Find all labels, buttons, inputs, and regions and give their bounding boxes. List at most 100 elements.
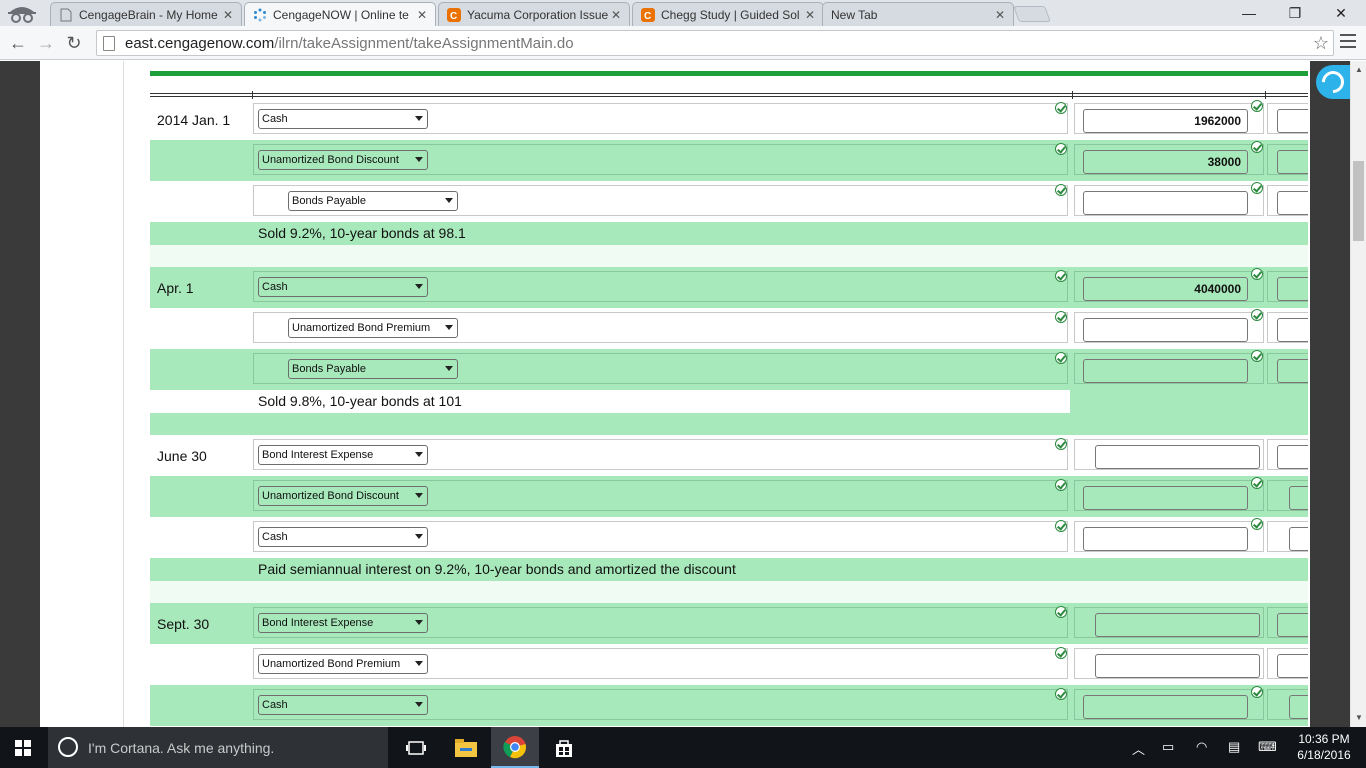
correct-check-icon	[1251, 100, 1263, 112]
credit-input[interactable]	[1277, 191, 1308, 215]
correct-check-icon	[1251, 141, 1263, 153]
credit-input[interactable]	[1277, 109, 1308, 133]
account-select[interactable]: Unamortized Bond Premium	[288, 318, 458, 338]
entry-description: Sold 9.2%, 10-year bonds at 98.1	[258, 225, 466, 241]
scrollbar-thumb[interactable]	[1353, 161, 1364, 241]
debit-input[interactable]	[1083, 486, 1248, 510]
svg-text:C: C	[450, 11, 457, 22]
account-select[interactable]: Cash	[258, 277, 428, 297]
debit-input[interactable]	[1083, 527, 1248, 551]
correct-check-icon	[1251, 477, 1263, 489]
forward-icon[interactable]: →	[34, 32, 58, 54]
tab-chegg-study[interactable]: C Chegg Study | Guided Sol ✕	[632, 2, 824, 26]
column-divider	[1072, 91, 1073, 99]
address-path: /ilrn/takeAssignment/takeAssignmentMain.…	[274, 34, 574, 52]
chevron-down-icon	[445, 366, 453, 371]
account-cell: Bonds Payable	[253, 184, 1068, 216]
debit-input[interactable]	[1083, 359, 1248, 383]
account-select-value: Bonds Payable	[292, 195, 366, 207]
loading-spinner-icon	[253, 8, 267, 22]
file-explorer-icon[interactable]	[442, 727, 490, 768]
tab-close-icon[interactable]: ✕	[415, 8, 429, 22]
debit-input[interactable]: 4040000	[1083, 277, 1248, 301]
correct-check-icon	[1055, 352, 1067, 364]
debit-input[interactable]	[1095, 445, 1260, 469]
back-icon[interactable]: ←	[6, 32, 30, 54]
help-chat-icon[interactable]	[1316, 65, 1350, 99]
entry-date: June 30	[153, 442, 238, 470]
tab-close-icon[interactable]: ✕	[803, 8, 817, 22]
account-select[interactable]: Unamortized Bond Discount	[258, 486, 428, 506]
debit-input[interactable]	[1095, 654, 1260, 678]
tab-cengagenow[interactable]: CengageNOW | Online te ✕	[244, 2, 436, 26]
chrome-menu-icon[interactable]	[1340, 34, 1356, 52]
account-select[interactable]: Unamortized Bond Discount	[258, 150, 428, 170]
account-select[interactable]: Cash	[258, 109, 428, 129]
tab-close-icon[interactable]: ✕	[993, 8, 1007, 22]
restore-icon[interactable]: ❐	[1272, 0, 1318, 26]
scroll-down-icon[interactable]: ▼	[1355, 713, 1363, 722]
cortana-search-box[interactable]: I'm Cortana. Ask me anything.	[48, 727, 388, 768]
taskbar-clock[interactable]: 10:36 PM 6/18/2016	[1288, 731, 1360, 763]
task-view-icon[interactable]	[392, 727, 440, 768]
minimize-icon[interactable]: —	[1226, 0, 1272, 26]
credit-cell	[1267, 480, 1308, 511]
chrome-taskbar-icon[interactable]	[491, 727, 539, 768]
close-window-icon[interactable]: ✕	[1318, 0, 1364, 26]
tab-cengagebrain[interactable]: CengageBrain - My Home ✕	[50, 2, 242, 26]
reload-icon[interactable]: ↻	[62, 32, 86, 54]
credit-input[interactable]	[1277, 277, 1308, 301]
entry-date: Apr. 1	[157, 280, 194, 296]
account-select[interactable]: Bond Interest Expense	[258, 445, 428, 465]
correct-check-icon	[1055, 270, 1067, 282]
debit-input[interactable]	[1083, 191, 1248, 215]
tray-expand-icon[interactable]: ︿	[1132, 739, 1145, 758]
tab-close-icon[interactable]: ✕	[609, 8, 623, 22]
account-select[interactable]: Cash	[258, 527, 428, 547]
page-left-panel	[40, 61, 124, 727]
entry-description: Sold 9.8%, 10-year bonds at 101	[258, 393, 462, 409]
account-select-value: Cash	[262, 281, 288, 293]
credit-input[interactable]	[1277, 613, 1308, 637]
debit-input[interactable]: 1962000	[1083, 109, 1248, 133]
debit-input[interactable]	[1083, 695, 1248, 719]
bookmark-star-icon[interactable]: ☆	[1313, 33, 1329, 54]
battery-icon[interactable]: ▭	[1162, 739, 1174, 755]
chevron-down-icon	[445, 325, 453, 330]
credit-input[interactable]	[1277, 654, 1308, 678]
tab-yacuma[interactable]: C Yacuma Corporation Issue ✕	[438, 2, 630, 26]
address-bar[interactable]: east.cengagenow.com/ilrn/takeAssignment/…	[96, 30, 1334, 56]
chevron-down-icon	[415, 284, 423, 289]
action-center-icon[interactable]: ▤	[1228, 739, 1240, 755]
debit-input[interactable]: 38000	[1083, 150, 1248, 174]
keyboard-icon[interactable]: ⌨	[1258, 739, 1277, 755]
debit-cell	[1074, 350, 1264, 384]
page-favicon-icon	[59, 8, 73, 22]
credit-input[interactable]	[1277, 359, 1308, 383]
scroll-up-icon[interactable]: ▲	[1355, 65, 1363, 74]
credit-input[interactable]	[1277, 318, 1308, 342]
journal-row: Apr. 1 Cash 4040000	[150, 267, 1308, 308]
credit-input[interactable]	[1289, 527, 1308, 551]
account-cell: Bond Interest Expense	[253, 606, 1068, 638]
debit-input[interactable]	[1095, 613, 1260, 637]
new-tab-button[interactable]	[1013, 6, 1051, 22]
account-select[interactable]: Bond Interest Expense	[258, 613, 428, 633]
account-select[interactable]: Bonds Payable	[288, 359, 458, 379]
credit-cell	[1267, 144, 1308, 175]
account-select[interactable]: Bonds Payable	[288, 191, 458, 211]
credit-input[interactable]	[1289, 695, 1308, 719]
tab-close-icon[interactable]: ✕	[221, 8, 235, 22]
debit-input[interactable]	[1083, 318, 1248, 342]
account-select[interactable]: Unamortized Bond Premium	[258, 654, 428, 674]
page-scrollbar[interactable]: ▲ ▼	[1350, 61, 1366, 727]
store-icon[interactable]	[540, 727, 588, 768]
tab-new-tab[interactable]: New Tab ✕	[822, 2, 1014, 26]
wifi-icon[interactable]: ◠	[1196, 739, 1207, 755]
credit-input[interactable]	[1289, 486, 1308, 510]
account-select[interactable]: Cash	[258, 695, 428, 715]
credit-input[interactable]	[1277, 445, 1308, 469]
page-info-icon[interactable]	[103, 35, 115, 51]
credit-input[interactable]	[1277, 150, 1308, 174]
windows-start-icon[interactable]	[15, 740, 31, 756]
